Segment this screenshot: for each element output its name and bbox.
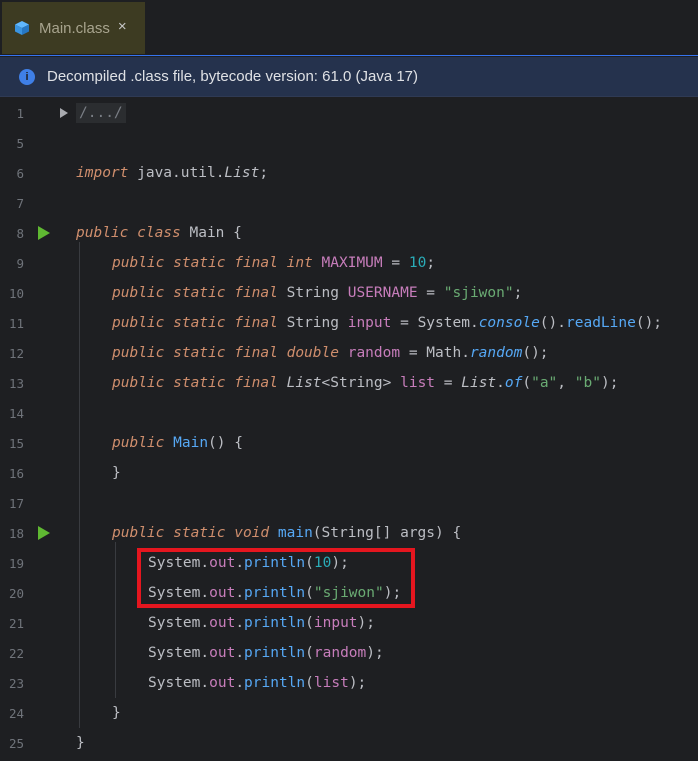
- line-number: 18: [8, 525, 24, 541]
- tab-label: Main.class: [39, 19, 110, 37]
- highlight-box: [137, 548, 415, 608]
- editor-tab-bar: Main.class ×: [0, 0, 698, 56]
- line-number: 25: [8, 735, 24, 751]
- code-text: public class Main {: [76, 225, 242, 241]
- line-number: 23: [8, 675, 24, 691]
- code-line: 16 }: [0, 458, 698, 488]
- code-text: public static final String USERNAME = "s…: [112, 285, 523, 301]
- code-line: 14: [0, 398, 698, 428]
- code-line: 23 System.out.println(list);: [0, 668, 698, 698]
- code-line: 24 }: [0, 698, 698, 728]
- code-line: 15 public Main() {: [0, 428, 698, 458]
- code-text: import java.util.List;: [76, 165, 269, 181]
- code-line: 5: [0, 128, 698, 158]
- line-number: 21: [8, 615, 24, 631]
- line-number: 8: [16, 225, 24, 241]
- indent-guide: [79, 242, 80, 728]
- run-icon[interactable]: [38, 526, 50, 540]
- code-text: }: [112, 705, 121, 721]
- line-number: 7: [16, 195, 24, 211]
- line-number: 10: [8, 285, 24, 301]
- line-number: 22: [8, 645, 24, 661]
- line-number: 19: [8, 555, 24, 571]
- code-line: 18 public static void main(String[] args…: [0, 518, 698, 548]
- code-text: public static final double random = Math…: [112, 345, 549, 361]
- line-number: 16: [8, 465, 24, 481]
- code-text: public static final List<String> list = …: [112, 375, 619, 391]
- indent-guide: [115, 542, 116, 698]
- code-line: 22 System.out.println(random);: [0, 638, 698, 668]
- code-text: System.out.println(input);: [148, 615, 376, 631]
- banner-message: Decompiled .class file, bytecode version…: [47, 68, 419, 85]
- line-number: 9: [16, 255, 24, 271]
- code-line: 10 public static final String USERNAME =…: [0, 278, 698, 308]
- code-line: 13 public static final List<String> list…: [0, 368, 698, 398]
- code-line: 1 /.../: [0, 98, 698, 128]
- code-text: public Main() {: [112, 435, 243, 451]
- line-number: 15: [8, 435, 24, 451]
- code-text: public static final int MAXIMUM = 10;: [112, 255, 436, 271]
- line-number: 5: [16, 135, 24, 151]
- line-number: 13: [8, 375, 24, 391]
- tab-main-class[interactable]: Main.class ×: [2, 2, 145, 54]
- code-editor[interactable]: 1 /.../ 5 6 import java.util.List; 7 8 p…: [0, 98, 698, 761]
- code-text: public static void main(String[] args) {: [112, 525, 462, 541]
- line-number: 1: [16, 105, 24, 121]
- line-number: 12: [8, 345, 24, 361]
- code-line: 17: [0, 488, 698, 518]
- folded-imports[interactable]: /.../: [76, 103, 126, 123]
- code-text: System.out.println(random);: [148, 645, 384, 661]
- code-line: 25 }: [0, 728, 698, 758]
- code-line: 6 import java.util.List;: [0, 158, 698, 188]
- code-text: public static final String input = Syste…: [112, 315, 663, 331]
- line-number: 14: [8, 405, 24, 421]
- close-icon[interactable]: ×: [118, 18, 127, 35]
- code-line: 11 public static final String input = Sy…: [0, 308, 698, 338]
- line-number: 24: [8, 705, 24, 721]
- class-file-icon: [15, 21, 29, 35]
- decompiled-notice-banner: i Decompiled .class file, bytecode versi…: [0, 57, 698, 97]
- fold-expand-icon[interactable]: [60, 108, 68, 118]
- info-icon: i: [19, 68, 35, 85]
- line-number: 11: [8, 315, 24, 331]
- code-line: 8 public class Main {: [0, 218, 698, 248]
- line-number: 6: [16, 165, 24, 181]
- code-line: 12 public static final double random = M…: [0, 338, 698, 368]
- line-number: 17: [8, 495, 24, 511]
- code-text: }: [76, 735, 85, 751]
- code-text: }: [112, 465, 121, 481]
- run-icon[interactable]: [38, 226, 50, 240]
- line-number: 20: [8, 585, 24, 601]
- code-text: System.out.println(list);: [148, 675, 367, 691]
- code-line: 21 System.out.println(input);: [0, 608, 698, 638]
- code-line: 9 public static final int MAXIMUM = 10;: [0, 248, 698, 278]
- code-line: 7: [0, 188, 698, 218]
